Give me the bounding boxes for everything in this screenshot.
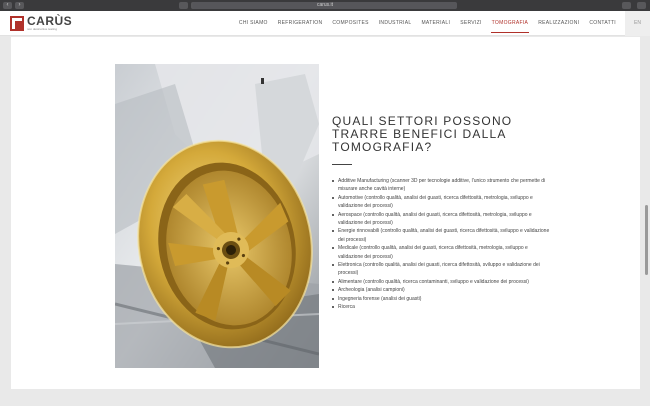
- nav-item-composites[interactable]: COMPOSITES: [327, 11, 373, 36]
- list-item: Ingegneria forense (analisi dei guasti): [332, 295, 552, 303]
- language-switch[interactable]: EN: [625, 11, 650, 36]
- sectors-list: Additive Manufacturing (scanner 3D per t…: [332, 177, 552, 312]
- list-item: Medicale (controllo qualità, analisi dei…: [332, 244, 552, 261]
- nav-item-realizzazioni[interactable]: REALIZZAZIONI: [533, 11, 584, 36]
- title-divider: [332, 164, 352, 165]
- nav-item-refrigeration[interactable]: REFRIGERATION: [273, 11, 328, 36]
- browser-toolbar: ‹ › carus.it: [0, 0, 650, 11]
- list-item: Elettronica (controllo qualità, analisi …: [332, 261, 552, 278]
- list-item: Archeologia (analisi campioni): [332, 286, 552, 294]
- site-header: CARÙS non destructive testing CHI SIAMO R…: [0, 11, 650, 36]
- main-nav: CHI SIAMO REFRIGERATION COMPOSITES INDUSTRI…: [234, 11, 650, 36]
- list-item: Automotive (controllo qualità, analisi d…: [332, 194, 552, 211]
- logo-mark-icon: [10, 15, 24, 31]
- nav-item-tomografia[interactable]: TOMOGRAFIA: [487, 11, 534, 36]
- share-icon[interactable]: [622, 2, 631, 9]
- section-title: QUALI SETTORI POSSONO TRARRE BENEFICI DA…: [332, 115, 552, 154]
- sectors-section: QUALI SETTORI POSSONO TRARRE BENEFICI DA…: [332, 115, 552, 312]
- list-item: Aerospace (controllo qualità, analisi de…: [332, 211, 552, 228]
- nav-item-servizi[interactable]: SERVIZI: [455, 11, 486, 36]
- sidebar-icon[interactable]: [179, 2, 188, 9]
- address-bar[interactable]: carus.it: [193, 2, 457, 9]
- page-content: QUALI SETTORI POSSONO TRARRE BENEFICI DA…: [11, 37, 640, 389]
- logo[interactable]: CARÙS non destructive testing: [10, 15, 72, 31]
- logo-name: CARÙS: [27, 14, 73, 28]
- forward-button[interactable]: ›: [15, 2, 24, 9]
- nav-item-industrial[interactable]: INDUSTRIAL: [374, 11, 417, 36]
- page-scrollbar[interactable]: [645, 205, 648, 275]
- list-item: Additive Manufacturing (scanner 3D per t…: [332, 177, 552, 194]
- nav-item-materiali[interactable]: MATERIALI: [416, 11, 455, 36]
- back-button[interactable]: ‹: [3, 2, 12, 9]
- wheel-ct-scan-image: [115, 64, 319, 368]
- nav-item-chi-siamo[interactable]: CHI SIAMO: [234, 11, 273, 36]
- list-item: Energie rinnovabili (controllo qualità, …: [332, 227, 552, 244]
- list-item: Ricerca: [332, 303, 552, 311]
- list-item: Alimentare (controllo qualità, ricerca c…: [332, 278, 552, 286]
- nav-item-contatti[interactable]: CONTATTI: [584, 11, 621, 36]
- title-line: TOMOGRAFIA?: [332, 140, 433, 154]
- tabs-icon[interactable]: [637, 2, 646, 9]
